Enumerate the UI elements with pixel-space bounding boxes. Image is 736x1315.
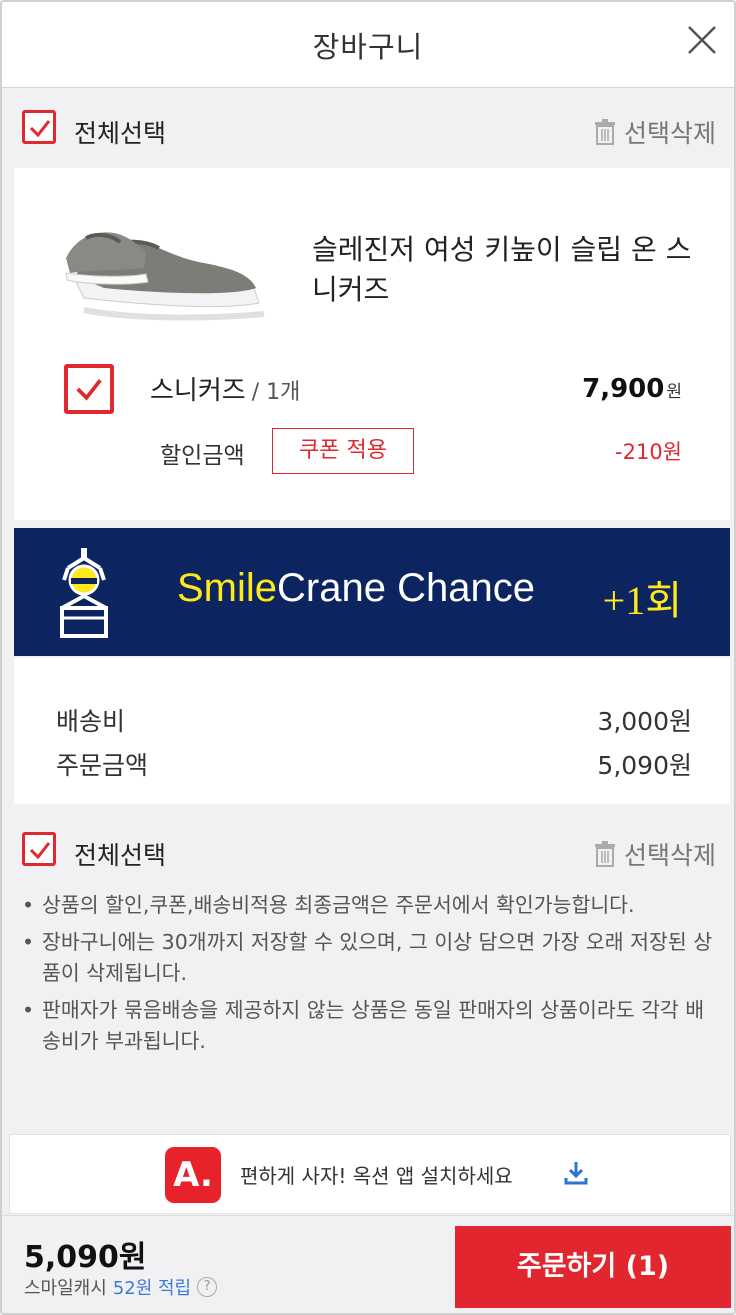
banner-text: SmileCrane Chance [177, 566, 535, 611]
order-amount-row: 주문금액 5,090원 [56, 746, 692, 782]
delete-selected-label-bottom: 선택삭제 [623, 841, 716, 870]
banner-crane-text: Crane Chance [277, 566, 535, 610]
apply-coupon-button[interactable]: 쿠폰 적용 [272, 428, 414, 474]
product-card: 슬레진저 여성 키높이 슬립 온 스니커즈 스니커즈/ 1개 7,900 원 할인… [14, 168, 730, 520]
smile-cash-label: 스마일캐시 [24, 1278, 107, 1299]
download-icon[interactable] [562, 1159, 590, 1191]
smile-cash-info: 스마일캐시 52원 적립 ? [24, 1274, 218, 1300]
banner-bonus: +1회 [602, 578, 682, 623]
note-item: 상품의 할인,쿠폰,배송비적용 최종금액은 주문서에서 확인가능합니다. [22, 890, 722, 921]
order-amount-value: 5,090원 [597, 751, 692, 780]
note-item: 판매자가 묶음배송을 제공하지 않는 상품은 동일 판매자의 상품이라도 각각 … [22, 995, 722, 1057]
checkbox-checked-icon [29, 842, 51, 860]
order-button[interactable]: 주문하기 (1) [455, 1226, 731, 1308]
select-all-checkbox[interactable] [22, 110, 56, 144]
app-install-bar[interactable]: A. 편하게 사자! 옥션 앱 설치하세요 [9, 1134, 731, 1214]
discount-label: 할인금액 [160, 443, 245, 469]
order-amount-label: 주문금액 [56, 751, 149, 780]
shipping-label: 배송비 [56, 707, 126, 736]
smile-cash-amount: 52원 적립 [112, 1278, 192, 1299]
crane-icon [54, 546, 114, 645]
product-image[interactable] [64, 218, 269, 332]
shipping-row: 배송비 3,000원 [56, 702, 692, 738]
cart-notes: 상품의 할인,쿠폰,배송비적용 최종금액은 주문서에서 확인가능합니다. 장바구… [22, 890, 722, 1063]
close-icon[interactable] [686, 24, 718, 56]
cart-window: 장바구니 전체선택 선택삭제 슬레진저 여성 키높이 슬립 온 스니커즈 스니커… [0, 0, 736, 1315]
help-icon[interactable]: ? [197, 1277, 218, 1297]
header: 장바구니 [2, 2, 734, 88]
smilecrane-banner[interactable]: SmileCrane Chance +1회 [14, 528, 730, 656]
note-item: 장바구니에는 30개까지 저장할 수 있으며, 그 이상 담으면 가장 오래 저… [22, 927, 722, 989]
select-all-label-bottom: 전체선택 [74, 841, 167, 870]
select-all-row-bottom: 전체선택 선택삭제 [2, 822, 734, 882]
price-value: 7,900 [582, 374, 665, 404]
delete-selected-button-bottom[interactable]: 선택삭제 [594, 836, 716, 872]
option-quantity: / 1개 [251, 380, 301, 405]
select-all-checkbox-bottom[interactable] [22, 832, 56, 866]
option-name: 스니커즈/ 1개 [150, 370, 300, 407]
trash-icon [594, 119, 615, 145]
total-amount: 5,090원 [24, 1240, 147, 1275]
page-title: 장바구니 [312, 30, 424, 64]
banner-smile-text: Smile [177, 566, 278, 610]
price-unit: 원 [666, 382, 682, 402]
app-install-text: 편하게 사자! 옥션 앱 설치하세요 [240, 1164, 513, 1188]
product-price: 7,900 원 [582, 374, 682, 404]
summary-card: 배송비 3,000원 주문금액 5,090원 [14, 658, 730, 804]
bottom-bar: 5,090원 스마일캐시 52원 적립 ? 주문하기 (1) [2, 1215, 734, 1313]
discount-value: -210원 [615, 440, 682, 464]
delete-selected-button[interactable]: 선택삭제 [594, 114, 716, 150]
option-name-text: 스니커즈 [150, 376, 246, 406]
trash-icon [594, 841, 615, 867]
checkbox-checked-icon [76, 379, 102, 401]
delete-selected-label: 선택삭제 [623, 119, 716, 148]
select-all-label: 전체선택 [74, 119, 167, 148]
auction-app-logo: A. [165, 1147, 221, 1203]
product-checkbox[interactable] [64, 364, 114, 414]
checkbox-checked-icon [29, 120, 51, 138]
select-all-row-top: 전체선택 선택삭제 [2, 100, 734, 160]
product-name[interactable]: 슬레진저 여성 키높이 슬립 온 스니커즈 [312, 230, 692, 310]
shipping-value: 3,000원 [597, 707, 692, 736]
